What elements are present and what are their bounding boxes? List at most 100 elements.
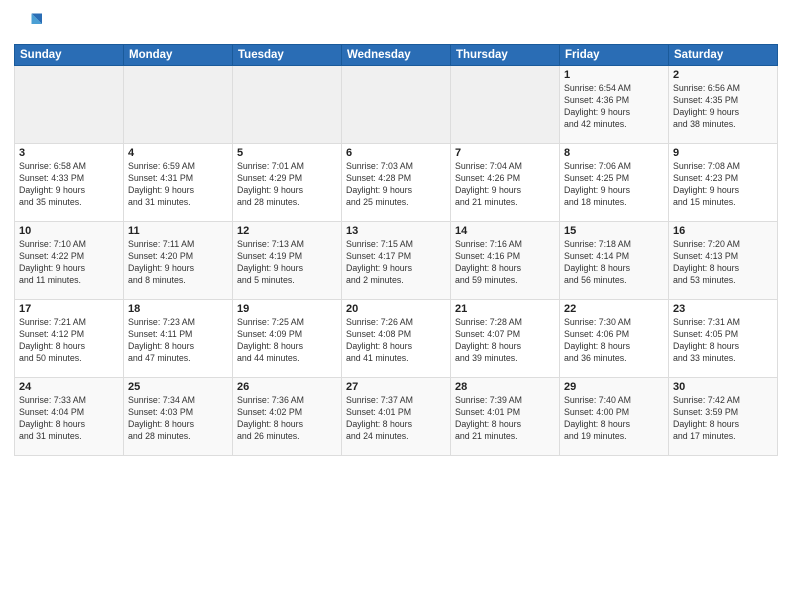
calendar-week-row: 17 Sunrise: 7:21 AM Sunset: 4:12 PM Dayli… — [15, 300, 778, 378]
day-info: Sunrise: 7:31 AM Sunset: 4:05 PM Dayligh… — [673, 317, 773, 365]
day-number: 20 — [346, 303, 446, 315]
day-number: 21 — [455, 303, 555, 315]
calendar-cell: 9Sunrise: 7:08 AM Sunset: 4:23 PM Daylig… — [669, 144, 778, 222]
calendar-table: SundayMondayTuesdayWednesdayThursdayFrid… — [14, 44, 778, 456]
calendar-cell: 4 Sunrise: 6:59 AM Sunset: 4:31 PM Daylig… — [124, 144, 233, 222]
day-number: 7 — [455, 147, 555, 159]
day-number: 8 — [564, 147, 664, 159]
logo — [14, 10, 46, 38]
day-number: 13 — [346, 225, 446, 237]
calendar-cell: 23Sunrise: 7:31 AM Sunset: 4:05 PM Dayli… — [669, 300, 778, 378]
calendar-cell: 13 Sunrise: 7:15 AM Sunset: 4:17 PM Dayli… — [342, 222, 451, 300]
day-number: 25 — [128, 381, 228, 393]
day-info: Sunrise: 7:01 AM Sunset: 4:29 PM Dayligh… — [237, 161, 337, 209]
day-info: Sunrise: 6:59 AM Sunset: 4:31 PM Dayligh… — [128, 161, 228, 209]
weekday-header: Wednesday — [342, 45, 451, 66]
calendar-week-row: 24Sunrise: 7:33 AM Sunset: 4:04 PM Dayli… — [15, 378, 778, 456]
calendar-cell: 21 Sunrise: 7:28 AM Sunset: 4:07 PM Dayli… — [451, 300, 560, 378]
weekday-header: Sunday — [15, 45, 124, 66]
calendar-cell: 16Sunrise: 7:20 AM Sunset: 4:13 PM Dayli… — [669, 222, 778, 300]
day-info: Sunrise: 6:58 AM Sunset: 4:33 PM Dayligh… — [19, 161, 119, 209]
weekday-header: Tuesday — [233, 45, 342, 66]
calendar-week-row: 3 Sunrise: 6:58 AM Sunset: 4:33 PM Daylig… — [15, 144, 778, 222]
day-info: Sunrise: 7:21 AM Sunset: 4:12 PM Dayligh… — [19, 317, 119, 365]
day-number: 15 — [564, 225, 664, 237]
day-number: 2 — [673, 69, 773, 81]
day-info: Sunrise: 7:33 AM Sunset: 4:04 PM Dayligh… — [19, 395, 119, 443]
calendar-cell: 24Sunrise: 7:33 AM Sunset: 4:04 PM Dayli… — [15, 378, 124, 456]
calendar-week-row: 1 Sunrise: 6:54 AM Sunset: 4:36 PM Daylig… — [15, 66, 778, 144]
calendar-cell: 8 Sunrise: 7:06 AM Sunset: 4:25 PM Daylig… — [560, 144, 669, 222]
calendar-cell: 6Sunrise: 7:03 AM Sunset: 4:28 PM Daylig… — [342, 144, 451, 222]
day-info: Sunrise: 7:37 AM Sunset: 4:01 PM Dayligh… — [346, 395, 446, 443]
day-info: Sunrise: 7:16 AM Sunset: 4:16 PM Dayligh… — [455, 239, 555, 287]
calendar-cell: 27 Sunrise: 7:37 AM Sunset: 4:01 PM Dayli… — [342, 378, 451, 456]
day-number: 4 — [128, 147, 228, 159]
day-info: Sunrise: 7:36 AM Sunset: 4:02 PM Dayligh… — [237, 395, 337, 443]
day-info: Sunrise: 7:20 AM Sunset: 4:13 PM Dayligh… — [673, 239, 773, 287]
day-number: 19 — [237, 303, 337, 315]
day-number: 26 — [237, 381, 337, 393]
day-number: 28 — [455, 381, 555, 393]
day-info: Sunrise: 7:23 AM Sunset: 4:11 PM Dayligh… — [128, 317, 228, 365]
calendar-cell — [451, 66, 560, 144]
weekday-header: Monday — [124, 45, 233, 66]
calendar-cell: 12Sunrise: 7:13 AM Sunset: 4:19 PM Dayli… — [233, 222, 342, 300]
day-number: 11 — [128, 225, 228, 237]
day-info: Sunrise: 7:28 AM Sunset: 4:07 PM Dayligh… — [455, 317, 555, 365]
day-number: 5 — [237, 147, 337, 159]
calendar-week-row: 10 Sunrise: 7:10 AM Sunset: 4:22 PM Dayli… — [15, 222, 778, 300]
day-number: 10 — [19, 225, 119, 237]
calendar-cell — [342, 66, 451, 144]
day-number: 18 — [128, 303, 228, 315]
calendar-cell: 15 Sunrise: 7:18 AM Sunset: 4:14 PM Dayli… — [560, 222, 669, 300]
day-number: 17 — [19, 303, 119, 315]
calendar-cell: 25 Sunrise: 7:34 AM Sunset: 4:03 PM Dayli… — [124, 378, 233, 456]
weekday-header: Friday — [560, 45, 669, 66]
weekday-header: Thursday — [451, 45, 560, 66]
day-info: Sunrise: 7:06 AM Sunset: 4:25 PM Dayligh… — [564, 161, 664, 209]
calendar-cell: 18 Sunrise: 7:23 AM Sunset: 4:11 PM Dayli… — [124, 300, 233, 378]
calendar-cell — [15, 66, 124, 144]
calendar-cell: 29 Sunrise: 7:40 AM Sunset: 4:00 PM Dayli… — [560, 378, 669, 456]
day-info: Sunrise: 7:18 AM Sunset: 4:14 PM Dayligh… — [564, 239, 664, 287]
calendar-cell: 22Sunrise: 7:30 AM Sunset: 4:06 PM Dayli… — [560, 300, 669, 378]
day-info: Sunrise: 7:30 AM Sunset: 4:06 PM Dayligh… — [564, 317, 664, 365]
calendar-cell: 7Sunrise: 7:04 AM Sunset: 4:26 PM Daylig… — [451, 144, 560, 222]
day-info: Sunrise: 7:39 AM Sunset: 4:01 PM Dayligh… — [455, 395, 555, 443]
day-info: Sunrise: 6:54 AM Sunset: 4:36 PM Dayligh… — [564, 83, 664, 131]
day-number: 9 — [673, 147, 773, 159]
day-number: 30 — [673, 381, 773, 393]
day-number: 29 — [564, 381, 664, 393]
calendar-cell: 26 Sunrise: 7:36 AM Sunset: 4:02 PM Dayli… — [233, 378, 342, 456]
calendar-cell: 5 Sunrise: 7:01 AM Sunset: 4:29 PM Daylig… — [233, 144, 342, 222]
calendar-cell: 2 Sunrise: 6:56 AM Sunset: 4:35 PM Daylig… — [669, 66, 778, 144]
day-info: Sunrise: 7:11 AM Sunset: 4:20 PM Dayligh… — [128, 239, 228, 287]
calendar-cell: 14 Sunrise: 7:16 AM Sunset: 4:16 PM Dayli… — [451, 222, 560, 300]
day-info: Sunrise: 7:40 AM Sunset: 4:00 PM Dayligh… — [564, 395, 664, 443]
day-number: 3 — [19, 147, 119, 159]
day-info: Sunrise: 7:15 AM Sunset: 4:17 PM Dayligh… — [346, 239, 446, 287]
logo-icon — [14, 10, 42, 38]
day-info: Sunrise: 7:26 AM Sunset: 4:08 PM Dayligh… — [346, 317, 446, 365]
day-info: Sunrise: 7:10 AM Sunset: 4:22 PM Dayligh… — [19, 239, 119, 287]
day-info: Sunrise: 6:56 AM Sunset: 4:35 PM Dayligh… — [673, 83, 773, 131]
page-header — [14, 10, 778, 38]
day-number: 1 — [564, 69, 664, 81]
day-number: 14 — [455, 225, 555, 237]
calendar-cell — [124, 66, 233, 144]
calendar-cell: 19 Sunrise: 7:25 AM Sunset: 4:09 PM Dayli… — [233, 300, 342, 378]
day-info: Sunrise: 7:13 AM Sunset: 4:19 PM Dayligh… — [237, 239, 337, 287]
day-info: Sunrise: 7:42 AM Sunset: 3:59 PM Dayligh… — [673, 395, 773, 443]
calendar-cell — [233, 66, 342, 144]
calendar-cell: 3 Sunrise: 6:58 AM Sunset: 4:33 PM Daylig… — [15, 144, 124, 222]
calendar-header-row: SundayMondayTuesdayWednesdayThursdayFrid… — [15, 45, 778, 66]
day-number: 6 — [346, 147, 446, 159]
weekday-header: Saturday — [669, 45, 778, 66]
calendar-cell: 10 Sunrise: 7:10 AM Sunset: 4:22 PM Dayli… — [15, 222, 124, 300]
calendar-cell: 30 Sunrise: 7:42 AM Sunset: 3:59 PM Dayli… — [669, 378, 778, 456]
day-info: Sunrise: 7:34 AM Sunset: 4:03 PM Dayligh… — [128, 395, 228, 443]
day-info: Sunrise: 7:25 AM Sunset: 4:09 PM Dayligh… — [237, 317, 337, 365]
calendar-cell: 1 Sunrise: 6:54 AM Sunset: 4:36 PM Daylig… — [560, 66, 669, 144]
day-number: 27 — [346, 381, 446, 393]
